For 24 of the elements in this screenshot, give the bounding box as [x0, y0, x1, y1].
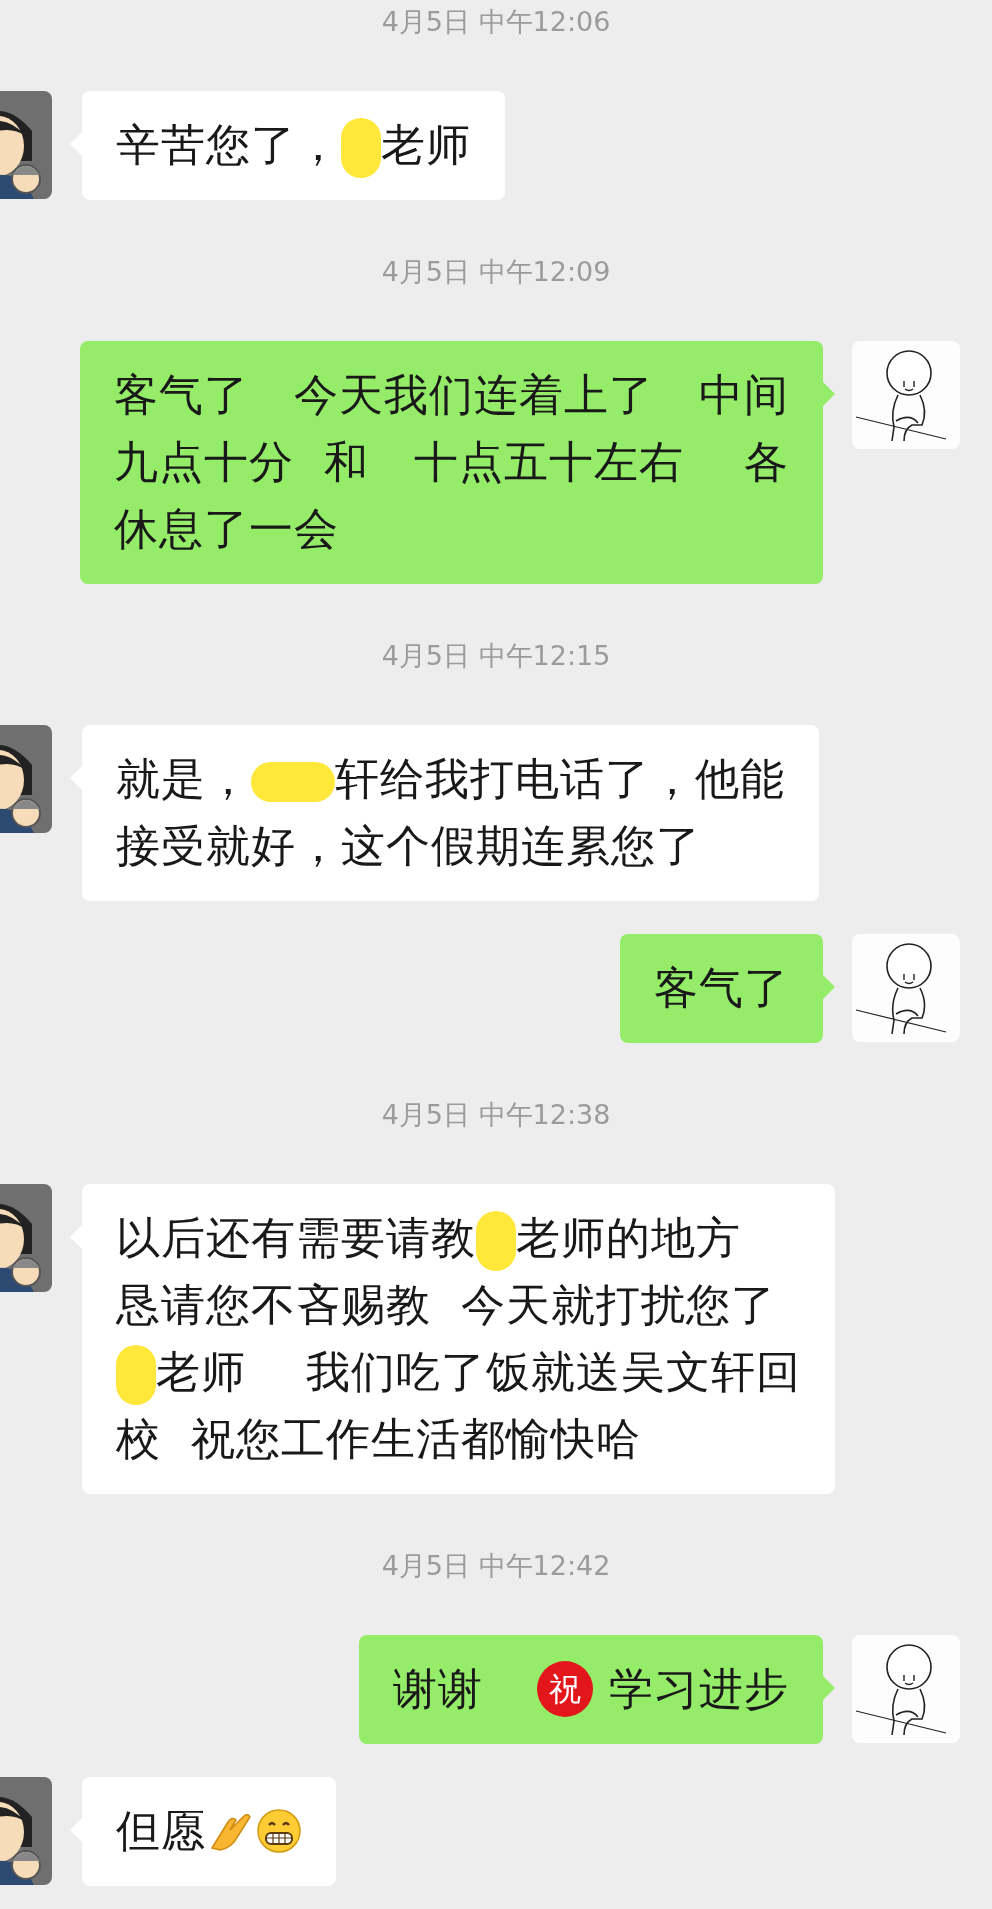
message-text: 辛苦您了， 老师: [116, 111, 471, 178]
message-text: 就是， 轩给我打电话了，他能: [116, 752, 785, 806]
message-text: 老师 我们吃了饭就送吴文轩回: [116, 1338, 801, 1405]
message-text: 九点十分 和 十点五十左右 各: [114, 435, 789, 489]
message-text: 学习进步: [609, 1662, 789, 1716]
timestamp: 4月5日 中午12:42: [381, 1551, 611, 1581]
message-text: 但愿: [116, 1804, 206, 1858]
message-text: 以后还有需要请教 老师的地方: [116, 1204, 801, 1271]
timestamp: 4月5日 中午12:06: [381, 7, 611, 37]
timestamp: 4月5日 中午12:38: [381, 1100, 611, 1130]
message-text: 接受就好，这个假期连累您了: [116, 819, 702, 873]
message-text: 校 祝您工作生活都愉快哈: [116, 1412, 642, 1466]
avatar-drawing[interactable]: [852, 1635, 960, 1743]
avatar-drawing[interactable]: [852, 341, 960, 449]
avatar-drawing[interactable]: [852, 934, 960, 1042]
timestamp: 4月5日 中午12:15: [381, 641, 611, 671]
message-text: 谢谢: [393, 1662, 483, 1716]
timestamp: 4月5日 中午12:09: [381, 257, 611, 287]
message-text: 客气了: [654, 961, 789, 1015]
message-text: 客气了 今天我们连着上了 中间: [114, 368, 789, 422]
emoji-badge: 祝: [537, 1660, 593, 1717]
grinning-face-icon: [256, 1807, 302, 1854]
message-text: 休息了一会: [114, 502, 340, 556]
message-text: 恳请您不吝赐教 今天就打扰您了: [116, 1278, 777, 1332]
